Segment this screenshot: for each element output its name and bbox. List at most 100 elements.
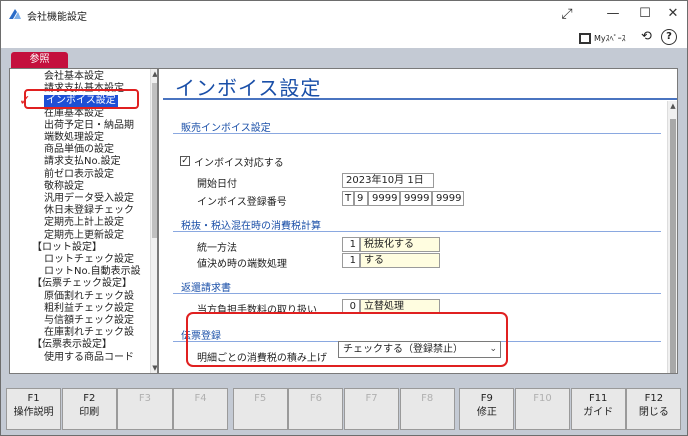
unify-method-value: 税抜化する [360, 237, 440, 252]
tree-item[interactable]: 【伝票チェック設定】 [32, 278, 132, 290]
checkmark-icon: ✓ [19, 93, 31, 109]
title-underline [163, 98, 677, 100]
tree-item[interactable]: 会社基本設定 [44, 71, 104, 83]
fkey-number: F10 [533, 393, 552, 404]
fkey-number: F8 [421, 393, 434, 404]
fkey-number: F1 [27, 393, 40, 404]
tree-item[interactable]: 原価割れチェック設 [44, 291, 134, 303]
unify-method-label: 統一方法 [197, 243, 237, 254]
tree-item[interactable]: 出荷予定日・納品期 [44, 120, 134, 132]
fkey-f7-button: F7 [343, 388, 400, 430]
fkey-number: F3 [138, 393, 151, 404]
tree-item[interactable]: 前ゼロ表示設定 [44, 169, 114, 181]
fkey-f4-button: F4 [173, 388, 229, 430]
tree-item[interactable]: ロットチェック設定 [44, 254, 134, 266]
fkey-f10-button: F10 [514, 388, 571, 430]
fkey-number: F2 [83, 393, 96, 404]
fkey-number: F4 [194, 393, 207, 404]
minimize-button[interactable]: — [595, 3, 631, 25]
window-title: 会社機能設定 [27, 12, 87, 23]
unify-method-code[interactable]: 1 [342, 237, 360, 252]
reg-no-part-2[interactable]: 9999 [368, 191, 400, 206]
tree-item[interactable]: 定期売上計上設定 [44, 217, 124, 229]
fkey-number: F5 [254, 393, 267, 404]
tree-item[interactable]: 粗利益チェック設定 [44, 303, 134, 315]
tree-item[interactable]: 【伝票表示設定】 [32, 339, 112, 351]
fkey-number: F9 [480, 393, 493, 404]
fkey-f3-button: F3 [117, 388, 173, 430]
fkey-label: 閉じる [638, 407, 669, 418]
help-icon[interactable]: ? [661, 29, 677, 45]
fkey-number: F7 [365, 393, 378, 404]
tree-item[interactable]: 定期売上更新設定 [44, 230, 124, 242]
tree-item[interactable]: 商品単価の設定 [44, 144, 114, 156]
fkey-number: F12 [644, 393, 664, 404]
content-scrollbar[interactable]: ▲ [667, 101, 677, 373]
fkey-f9-button[interactable]: F9 修正 [459, 388, 515, 430]
rounding-code[interactable]: 1 [342, 253, 360, 268]
expand-icon[interactable]: ⤢ [549, 3, 585, 25]
tree-scrollbar[interactable]: ▲ ▼ [150, 69, 157, 373]
reg-no-label: インボイス登録番号 [197, 197, 287, 208]
fkey-number: F11 [588, 393, 608, 404]
function-key-bar: F1 操作説明 F2 印刷 F3 F4 F5 F6 F7 F8 F9 修正 F10 F11 ガイド F12 閉じ… [6, 388, 682, 432]
reg-no-part-3[interactable]: 9999 [400, 191, 432, 206]
invoice-support-checkbox[interactable]: ✓ [180, 156, 190, 166]
history-icon[interactable]: ⟲ [641, 29, 652, 44]
myspace-button[interactable]: Myｽﾍﾟｰｽ [579, 30, 626, 46]
tree-item[interactable]: 在庫基本設定 [44, 108, 104, 120]
section-sales-invoice: 販売インボイス設定 [181, 123, 271, 134]
tree-item[interactable]: 端数処理設定 [44, 132, 104, 144]
settings-tree: 会社基本設定 請求支払基本設定 インボイス設定 在庫基本設定 出荷予定日・納品期 端数処理… [10, 69, 150, 373]
tree-item[interactable]: 使用する商品コード [44, 352, 134, 364]
page-title: インボイス設定 [175, 76, 322, 100]
toolbar: Myｽﾍﾟｰｽ ⟲ ? [0, 28, 688, 48]
section-tax-calc: 税抜・税込混在時の消費税計算 [181, 221, 321, 232]
fkey-f5-button: F5 [232, 388, 288, 430]
tree-item[interactable]: 在庫割れチェック設 [44, 327, 134, 339]
tree-item[interactable]: 【ロット設定】 [32, 242, 102, 254]
fkey-label: 修正 [476, 407, 497, 418]
fkey-f12-button[interactable]: F12 閉じる [626, 388, 682, 430]
app-icon [9, 9, 21, 19]
myspace-label: Myｽﾍﾟｰｽ [594, 33, 626, 43]
highlight-frame-tree [24, 89, 139, 109]
scroll-up-icon[interactable]: ▲ [151, 69, 157, 79]
section-return-bill: 返還請求書 [181, 283, 231, 294]
divider [173, 231, 661, 232]
divider [173, 293, 661, 294]
content-scroll-up-icon[interactable]: ▲ [669, 101, 677, 111]
highlight-frame-slip [186, 312, 508, 367]
tree-item[interactable]: 請求支払No.設定 [44, 156, 121, 168]
rounding-label: 値決め時の端数処理 [197, 259, 287, 270]
tree-item[interactable]: ロットNo.自動表示設 [44, 266, 141, 278]
start-date-field[interactable]: 2023年10月 1日 [342, 173, 434, 188]
fkey-f8-button: F8 [399, 388, 455, 430]
rounding-value: する [360, 253, 440, 268]
fkey-f1-button[interactable]: F1 操作説明 [6, 388, 62, 430]
fkey-number: F6 [309, 393, 322, 404]
tree-item[interactable]: 休日未登録チェック [44, 205, 134, 217]
fkey-label: 操作説明 [13, 407, 54, 418]
title-bar: 会社機能設定 ⤢ — ☐ ✕ [0, 0, 688, 28]
fkey-f6-button: F6 [288, 388, 344, 430]
myspace-icon [579, 32, 591, 44]
invoice-support-label: インボイス対応する [194, 158, 284, 169]
close-button[interactable]: ✕ [655, 3, 688, 25]
tab-reference[interactable]: 参照 [11, 52, 68, 68]
start-date-label: 開始日付 [197, 179, 237, 190]
tree-item[interactable]: 敬称設定 [44, 181, 84, 193]
scroll-down-icon[interactable]: ▼ [151, 363, 157, 373]
main-frame: 参照 会社基本設定 請求支払基本設定 インボイス設定 在庫基本設定 出荷予定日・納品期端… [0, 48, 688, 436]
divider [173, 133, 661, 134]
fkey-label: ガイド [583, 407, 614, 418]
content-scroll-thumb[interactable] [670, 119, 676, 373]
fkey-f11-button[interactable]: F11 ガイド [570, 388, 626, 430]
settings-tree-panel: 会社基本設定 請求支払基本設定 インボイス設定 在庫基本設定 出荷予定日・納品期 端数処理… [9, 68, 158, 374]
tree-item[interactable]: 与信額チェック設定 [44, 315, 134, 327]
tree-item[interactable]: 汎用データ受入設定 [44, 193, 134, 205]
reg-no-prefix: T [342, 191, 354, 206]
reg-no-part-4[interactable]: 9999 [432, 191, 464, 206]
fkey-f2-button[interactable]: F2 印刷 [61, 388, 117, 430]
reg-no-part-1[interactable]: 9 [354, 191, 368, 206]
